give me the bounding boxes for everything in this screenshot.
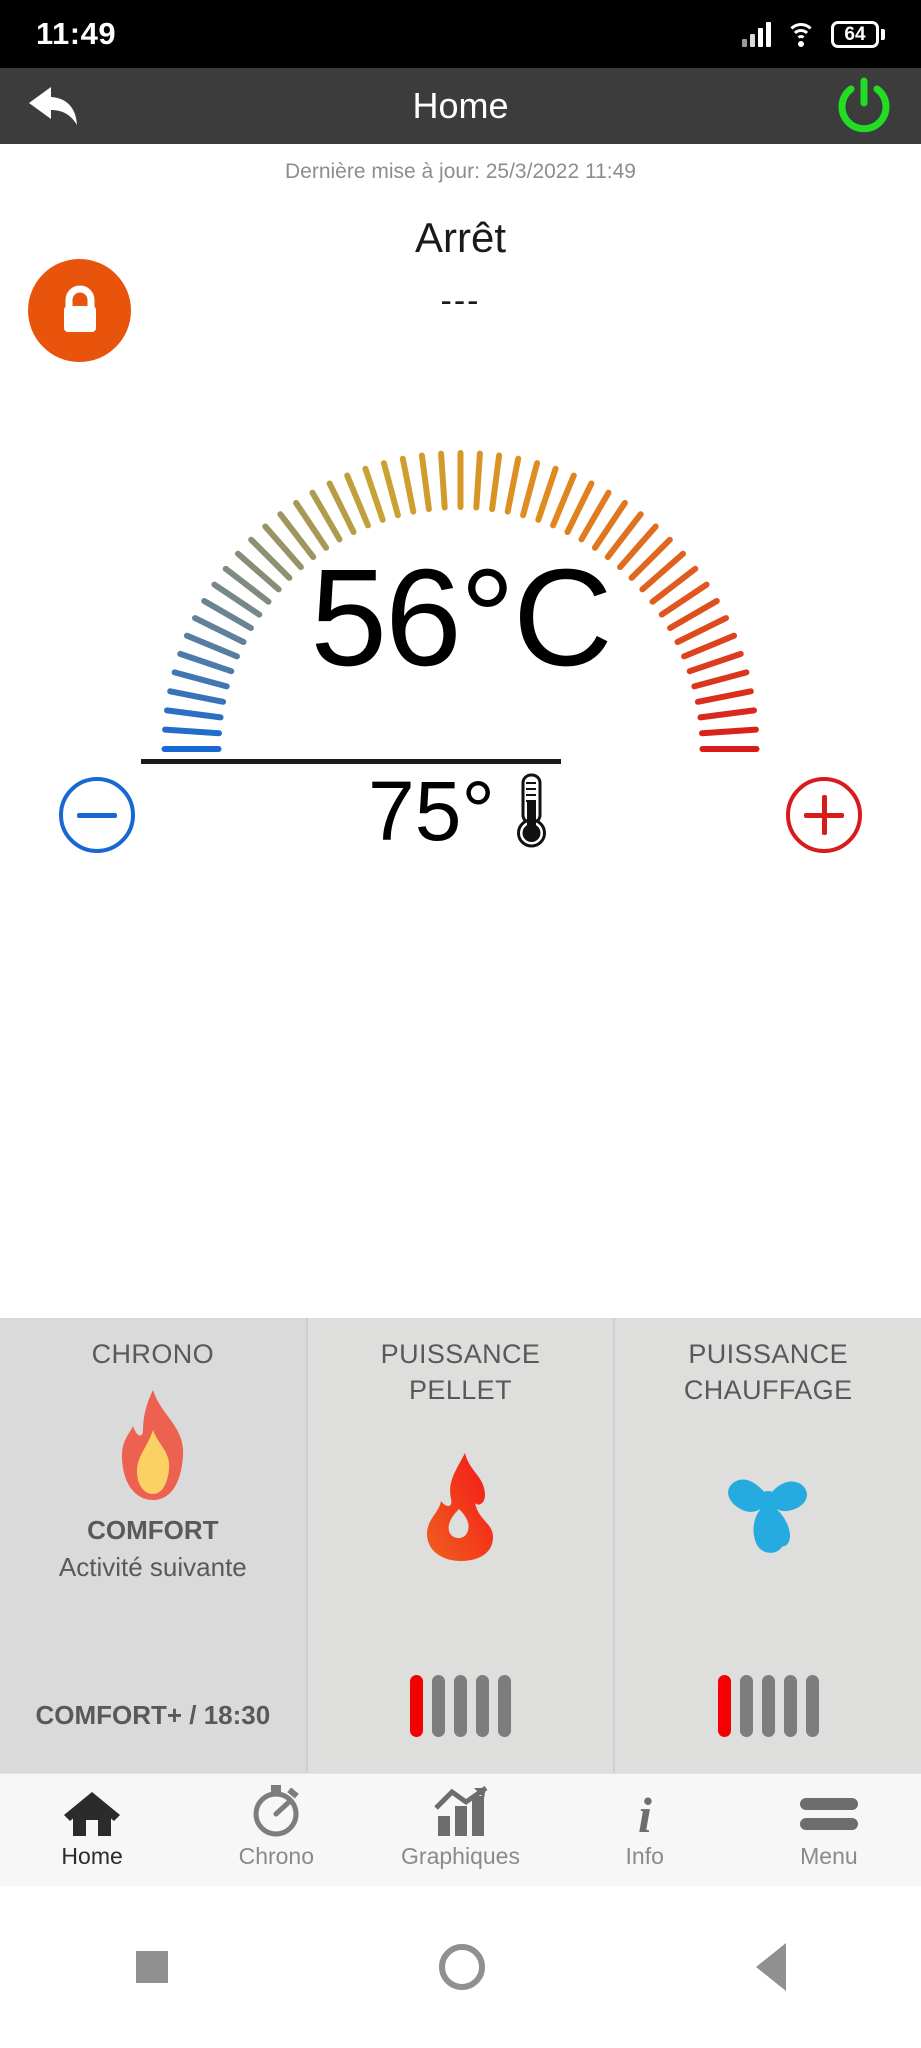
heating-power-bars — [717, 1675, 819, 1737]
tile-chrono[interactable]: CHRONO COMFORT Activité suivante COMFORT… — [0, 1318, 306, 1773]
nav-item-menu[interactable]: Menu — [737, 1790, 921, 1870]
current-temperature: 56°C — [310, 541, 612, 695]
tile-puissance-pellet[interactable]: PUISSANCE PELLET — [305, 1318, 616, 1773]
nav-item-chrono[interactable]: Chrono — [184, 1785, 368, 1870]
device-state: Arrêt — [414, 214, 506, 261]
timer-icon — [249, 1785, 303, 1838]
increase-setpoint-button[interactable] — [786, 777, 862, 853]
main-content: Dernière mise à jour: 25/3/2022 11:49 Ar… — [0, 144, 921, 1318]
last-update-text: Dernière mise à jour: 25/3/2022 11:49 — [285, 160, 636, 183]
tile-chrono-label: COMFORT — [87, 1515, 219, 1546]
decrease-setpoint-button[interactable] — [59, 777, 135, 853]
tile-chauffage-title: PUISSANCE CHAUFFAGE — [684, 1336, 853, 1409]
nav-item-graphiques[interactable]: Graphiques — [368, 1786, 552, 1870]
pellet-power-bars — [410, 1675, 511, 1737]
tile-chauffage-title-line2: CHAUFFAGE — [683, 1375, 853, 1406]
square-icon[interactable] — [135, 1951, 168, 1983]
system-navigation-bar — [0, 1886, 921, 2048]
tile-chauffage-title-line1: PUISSANCE — [688, 1339, 848, 1369]
signal-bars-icon — [742, 21, 771, 47]
fire-icon — [413, 1451, 509, 1568]
home-icon — [62, 1790, 122, 1838]
page-title: Home — [412, 85, 509, 126]
setpoint-value: 75° — [367, 764, 496, 858]
phone-screen: 11:49 64 Home Dernière mise à jour: 25/3… — [0, 0, 921, 2048]
fan-icon — [711, 1455, 825, 1566]
back-button[interactable] — [24, 75, 86, 137]
power-icon — [838, 77, 890, 133]
nav-item-home[interactable]: Home — [0, 1790, 184, 1870]
nav-label-graphiques: Graphiques — [401, 1843, 520, 1869]
chart-icon — [432, 1786, 490, 1838]
power-button[interactable] — [831, 73, 897, 139]
nav-label-info: Info — [625, 1843, 664, 1869]
tile-puissance-chauffage[interactable]: PUISSANCE CHAUFFAGE — [615, 1318, 921, 1773]
bottom-navigation: Home Chrono Graphiques i Info Menu — [0, 1773, 921, 1886]
nav-item-info[interactable]: i Info — [553, 1787, 737, 1870]
gauge-divider — [141, 759, 561, 764]
tile-pellet-title-line1: PUISSANCE — [380, 1339, 541, 1369]
tile-chrono-footer: COMFORT+ / 18:30 — [35, 1700, 271, 1730]
status-tiles: CHRONO COMFORT Activité suivante COMFORT… — [0, 1318, 921, 1773]
temperature-gauge: 56°C 75° — [0, 319, 921, 879]
svg-text:i: i — [638, 1787, 652, 1838]
hamburger-icon — [798, 1790, 860, 1838]
tile-pellet-title: PUISSANCE PELLET — [381, 1336, 541, 1409]
wifi-icon — [785, 21, 817, 47]
nav-label-menu: Menu — [800, 1843, 858, 1869]
flame-icon — [99, 1386, 207, 1509]
tile-chrono-title: CHRONO — [91, 1339, 215, 1369]
info-icon: i — [625, 1787, 665, 1838]
device-secondary-state: --- — [440, 282, 481, 320]
nav-label-home: Home — [61, 1843, 123, 1869]
status-icons: 64 — [742, 20, 885, 48]
app-header: Home — [0, 68, 921, 144]
back-arrow-icon — [29, 87, 77, 125]
battery-icon: 64 — [831, 20, 885, 48]
status-bar: 11:49 64 — [0, 0, 921, 68]
status-time: 11:49 — [36, 16, 117, 51]
tile-pellet-title-line2: PELLET — [409, 1375, 512, 1406]
battery-level: 64 — [844, 23, 866, 45]
triangle-back-icon[interactable] — [755, 1943, 786, 1991]
thermometer-icon — [517, 773, 547, 848]
setpoint-row: 75° — [0, 769, 921, 853]
tile-chrono-sub: Activité suivante — [58, 1552, 247, 1583]
nav-label-chrono: Chrono — [238, 1843, 315, 1869]
circle-icon[interactable] — [438, 1944, 485, 1990]
